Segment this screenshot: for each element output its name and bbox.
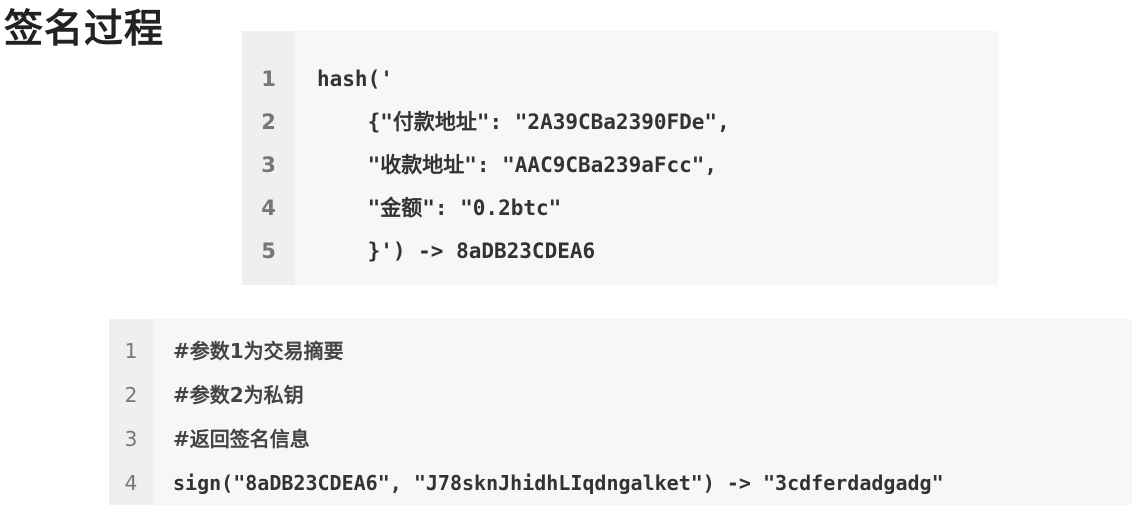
line-number: 1 bbox=[261, 67, 276, 91]
code-line-text: {"付款地址": "2A39CBa2390FDe", bbox=[317, 110, 730, 134]
line-number: 3 bbox=[124, 427, 138, 451]
code-line-text: "收款地址": "AAC9CBa239aFcc", bbox=[317, 153, 718, 177]
code-comment: #参数1为交易摘要 bbox=[173, 339, 344, 363]
sign-code-block: 1 2 3 4 #参数1为交易摘要 #参数2为私钥 #返回签名信息 sign("… bbox=[109, 319, 1132, 505]
code-line: sign("8aDB23CDEA6", "J78sknJhidhLIqdngal… bbox=[173, 461, 1132, 505]
page-title: 签名过程 bbox=[4, 7, 165, 52]
code-lines: #参数1为交易摘要 #参数2为私钥 #返回签名信息 sign("8aDB23CD… bbox=[153, 319, 1132, 505]
code-comment: #返回签名信息 bbox=[173, 427, 310, 451]
line-number-gutter: 1 2 3 4 bbox=[109, 319, 153, 505]
line-number: 1 bbox=[124, 339, 138, 363]
line-number: 3 bbox=[261, 153, 276, 177]
code-line: #参数2为私钥 bbox=[173, 373, 1132, 417]
line-number: 5 bbox=[261, 239, 276, 263]
code-line: hash(' bbox=[317, 58, 998, 101]
code-line-text: hash(' bbox=[317, 67, 393, 91]
hash-code-block: 1 2 3 4 5 hash(' {"付款地址": "2A39CBa2390FD… bbox=[242, 31, 998, 285]
code-line-text: "金额": "0.2btc" bbox=[317, 196, 562, 220]
code-lines: hash(' {"付款地址": "2A39CBa2390FDe", "收款地址"… bbox=[295, 31, 998, 285]
line-number-gutter: 1 2 3 4 5 bbox=[242, 31, 295, 285]
code-line: }') -> 8aDB23CDEA6 bbox=[317, 230, 998, 273]
line-number: 2 bbox=[261, 110, 276, 134]
line-number: 4 bbox=[261, 196, 276, 220]
line-number: 4 bbox=[124, 471, 138, 495]
code-line: "收款地址": "AAC9CBa239aFcc", bbox=[317, 144, 998, 187]
code-line: #返回签名信息 bbox=[173, 417, 1132, 461]
code-line-text: sign("8aDB23CDEA6", "J78sknJhidhLIqdngal… bbox=[173, 471, 944, 495]
line-number: 2 bbox=[124, 383, 138, 407]
code-line-text: }') -> 8aDB23CDEA6 bbox=[317, 239, 596, 263]
code-line: "金额": "0.2btc" bbox=[317, 187, 998, 230]
code-line: #参数1为交易摘要 bbox=[173, 329, 1132, 373]
code-line: {"付款地址": "2A39CBa2390FDe", bbox=[317, 101, 998, 144]
code-comment: #参数2为私钥 bbox=[173, 383, 304, 407]
